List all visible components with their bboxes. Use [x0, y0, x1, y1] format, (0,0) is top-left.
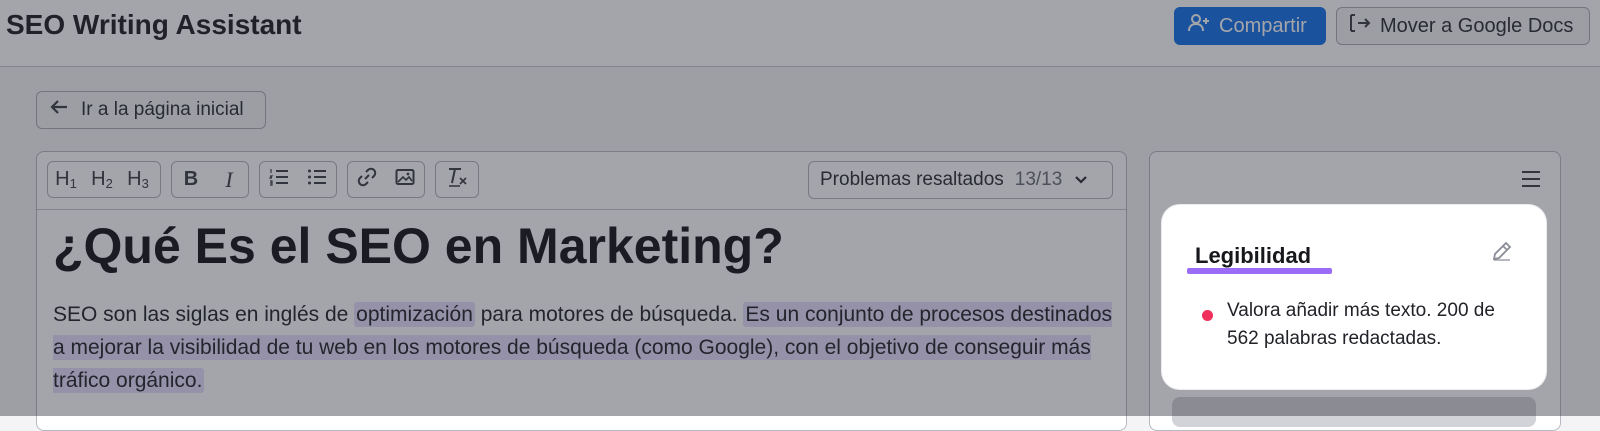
- readability-card: Legibilidad Valora añadir más texto. 200…: [1172, 215, 1536, 379]
- readability-tip: Valora añadir más texto. 200 de 562 pala…: [1227, 300, 1495, 349]
- readability-underline: [1187, 268, 1332, 274]
- readability-title: Legibilidad: [1195, 243, 1312, 268]
- alert-dot: [1202, 310, 1213, 321]
- edit-icon[interactable]: [1490, 239, 1514, 268]
